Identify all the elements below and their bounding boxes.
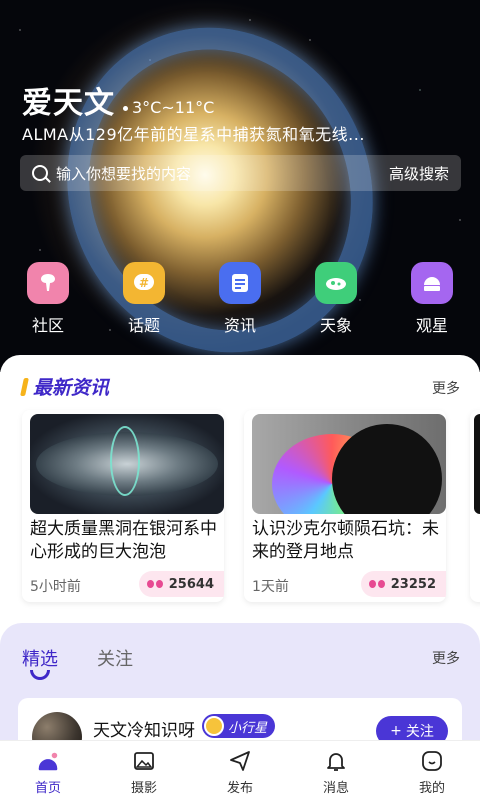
bubble-image	[110, 426, 140, 496]
quick-link-community[interactable]: 社区	[8, 262, 88, 336]
views-count: 25644	[168, 576, 214, 592]
tab-label: 发布	[226, 781, 253, 796]
tab-label: 首页	[34, 781, 61, 796]
sky-icon	[315, 262, 357, 304]
hero-title-row: 爱天文 3°C~11°C	[22, 78, 214, 122]
news-title: 认识沙克尔顿陨石坑：未来的登月地点	[252, 519, 439, 562]
quick-links: 社区 # 话题 资讯 天象 观星	[0, 262, 480, 336]
svg-text:#: #	[139, 276, 149, 290]
tab-following[interactable]: 关注	[97, 645, 133, 671]
hashtag-icon: #	[123, 262, 165, 304]
home-icon	[36, 749, 60, 773]
news-image	[252, 414, 446, 514]
badge-icon	[204, 716, 224, 736]
news-card[interactable]: 超大质量黑洞在银河系中心形成的巨大泡泡 5小时前 25644	[22, 410, 224, 602]
bottom-tab-bar: 首页 摄影 发布 消息 我的	[0, 740, 480, 800]
search-input[interactable]: 输入你想要找的内容	[56, 163, 389, 184]
bell-icon	[324, 749, 348, 773]
follow-label: 关注	[405, 724, 434, 740]
tab-label: 我的	[418, 781, 445, 796]
hero-banner: 爱天文 3°C~11°C ALMA从129亿年前的星系中捕获氮和氧无线... 输…	[0, 0, 480, 372]
advanced-search-button[interactable]: 高级搜索	[389, 163, 449, 184]
latest-news-section: 最新资讯 更多 超大质量黑洞在银河系中心形成的巨大泡泡 5小时前 25644 认…	[0, 355, 480, 625]
news-title: 超大质量黑洞在银河系中心形成的巨大泡泡	[30, 519, 217, 562]
badge-label: 小行星	[228, 720, 268, 736]
binoculars-icon	[146, 579, 163, 589]
news-card-partial[interactable]	[470, 410, 480, 602]
tree-icon	[27, 262, 69, 304]
active-tab-indicator	[30, 670, 50, 680]
level-badge: 小行星	[202, 714, 276, 738]
tab-label: 摄影	[130, 781, 157, 796]
news-time: 1天前	[252, 579, 289, 595]
quick-link-stargazing[interactable]: 观星	[392, 262, 472, 336]
views-badge: 25644	[138, 571, 224, 597]
news-more-link[interactable]: 更多	[432, 378, 460, 398]
section-header: 最新资讯	[20, 373, 110, 400]
headline-ticker[interactable]: ALMA从129亿年前的星系中捕获氮和氧无线...	[22, 121, 365, 145]
quick-link-topics[interactable]: # 话题	[104, 262, 184, 336]
pencil-icon	[20, 377, 29, 396]
quick-link-news[interactable]: 资讯	[200, 262, 280, 336]
author-name[interactable]: 天文冷知识呀	[93, 716, 195, 741]
news-card[interactable]: 认识沙克尔顿陨石坑：未来的登月地点 1天前 23252	[244, 410, 446, 602]
quick-link-label: 社区	[31, 316, 64, 335]
plus-icon: +	[390, 723, 402, 739]
quick-link-sky[interactable]: 天象	[296, 262, 376, 336]
tab-label: 消息	[322, 781, 349, 796]
send-icon	[228, 749, 252, 773]
binoculars-icon	[368, 579, 385, 589]
dot-icon	[123, 106, 128, 111]
news-time: 5小时前	[30, 579, 81, 595]
photo-icon	[132, 749, 156, 773]
tab-publish[interactable]: 发布	[192, 741, 288, 800]
temperature-label: 3°C~11°C	[123, 98, 214, 117]
tab-home[interactable]: 首页	[0, 741, 96, 800]
news-image	[474, 414, 480, 514]
temperature-value: 3°C~11°C	[132, 98, 215, 117]
views-badge: 23252	[360, 571, 446, 597]
profile-icon	[420, 749, 444, 773]
observatory-icon	[411, 262, 453, 304]
quick-link-label: 天象	[319, 316, 352, 335]
app-title: 爱天文	[22, 86, 115, 121]
search-icon	[32, 165, 48, 181]
quick-link-label: 话题	[127, 316, 160, 335]
news-image	[30, 414, 224, 514]
quick-link-label: 资讯	[223, 316, 256, 335]
section-title: 最新资讯	[33, 377, 110, 399]
tab-messages[interactable]: 消息	[288, 741, 384, 800]
news-icon	[219, 262, 261, 304]
feed-more-link[interactable]: 更多	[432, 648, 460, 668]
views-count: 23252	[390, 576, 436, 592]
quick-link-label: 观星	[415, 316, 448, 335]
tab-photography[interactable]: 摄影	[96, 741, 192, 800]
search-bar[interactable]: 输入你想要找的内容 高级搜索	[20, 155, 461, 191]
tab-profile[interactable]: 我的	[384, 741, 480, 800]
tab-featured[interactable]: 精选	[22, 645, 58, 671]
